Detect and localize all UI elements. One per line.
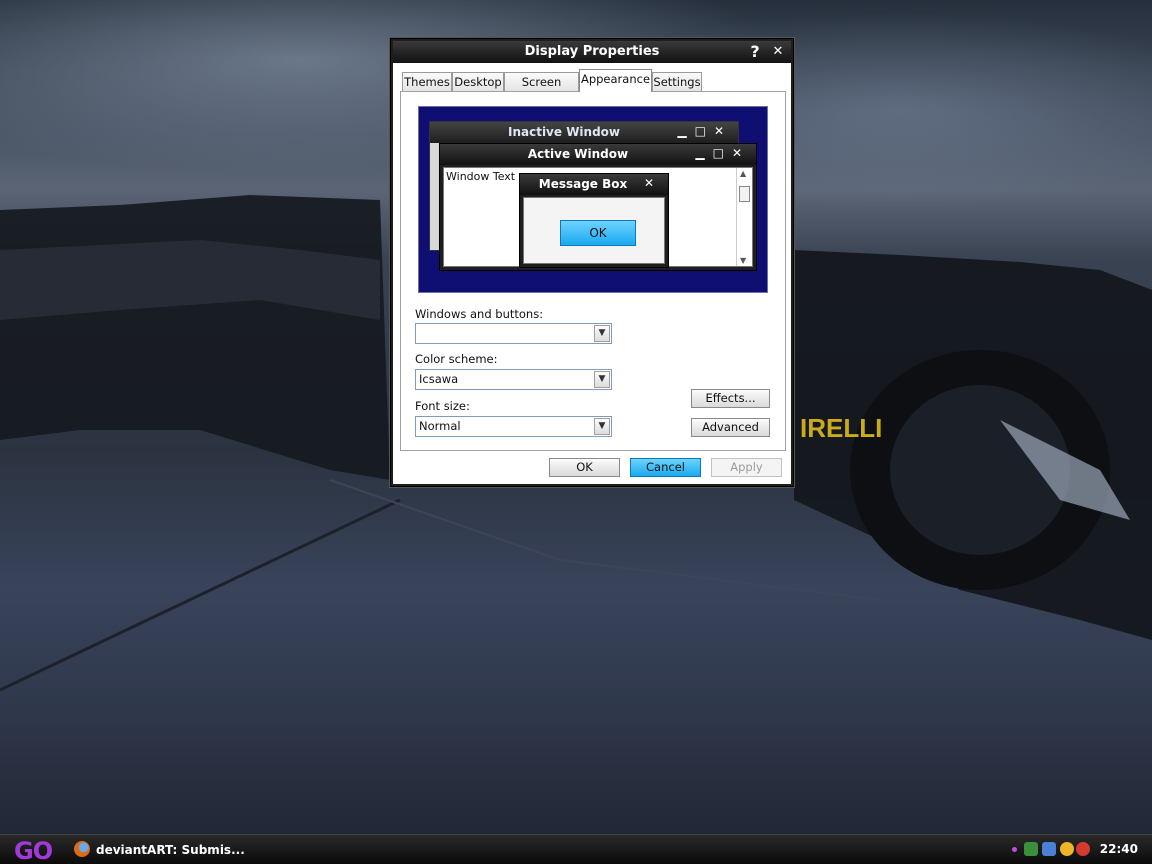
minimize-icon: ▁ (677, 124, 695, 138)
color-scheme-value: Icsawa (419, 372, 459, 386)
preview-inactive-caption-buttons: ▁□✕ (677, 124, 732, 138)
messenger-icon[interactable] (1060, 842, 1074, 856)
minimize-icon: ▁ (695, 146, 713, 160)
tab-desktop[interactable]: Desktop (452, 72, 504, 91)
clock[interactable]: 22:40 (1100, 842, 1138, 856)
close-icon: ✕ (713, 124, 732, 138)
tab-themes[interactable]: Themes (402, 72, 452, 91)
tray-dot-icon (1012, 847, 1017, 852)
appearance-panel: Inactive Window ▁□✕ Active Window ▁□✕ Wi… (400, 91, 786, 451)
preview-message-box: Message Box ✕ OK (519, 173, 669, 268)
scroll-up-icon: ▲ (740, 169, 747, 178)
help-button[interactable]: ? (745, 42, 765, 62)
system-tray: 22:40 (1012, 835, 1152, 864)
preview-active-titlebar: Active Window ▁□✕ (440, 144, 756, 165)
preview-window-text: Window Text (446, 170, 516, 183)
effects-button[interactable]: Effects... (691, 389, 770, 408)
preview-scrollbar: ▲ ▼ (736, 168, 752, 266)
tab-screen-saver[interactable]: Screen Saver (504, 72, 579, 107)
maximize-icon: □ (712, 146, 732, 160)
preview-scroll-thumb (739, 186, 750, 202)
appearance-preview: Inactive Window ▁□✕ Active Window ▁□✕ Wi… (418, 106, 768, 293)
tab-appearance[interactable]: Appearance (579, 69, 652, 92)
color-scheme-select[interactable]: Icsawa ▼ (415, 369, 612, 390)
preview-active-title: Active Window (527, 147, 629, 161)
maximize-icon: □ (694, 124, 714, 138)
apply-button[interactable]: Apply (711, 458, 782, 477)
chevron-down-icon[interactable]: ▼ (594, 371, 610, 388)
dialog-title: Display Properties (524, 44, 660, 59)
display-properties-dialog: Display Properties ? ✕ Themes Desktop Sc… (390, 38, 794, 487)
svg-text:IRELLI: IRELLI (800, 413, 882, 443)
close-icon: ✕ (643, 176, 662, 190)
windows-buttons-label: Windows and buttons: (415, 307, 544, 321)
close-button[interactable]: ✕ (768, 42, 788, 62)
tab-settings[interactable]: Settings (652, 72, 702, 91)
preview-message-title: Message Box (538, 177, 628, 191)
scroll-down-icon: ▼ (740, 256, 747, 265)
font-size-select[interactable]: Normal ▼ (415, 416, 612, 437)
taskbar-item-deviantart[interactable]: deviantART: Submis... (74, 839, 245, 861)
font-size-label: Font size: (415, 399, 470, 413)
firefox-icon (74, 841, 90, 857)
start-button[interactable]: GO (14, 837, 53, 864)
color-scheme-label: Color scheme: (415, 352, 498, 366)
preview-ok-button: OK (560, 220, 636, 246)
dialog-client: Themes Desktop Screen Saver Appearance S… (393, 63, 791, 484)
preview-message-body: OK (523, 197, 665, 264)
cancel-button[interactable]: Cancel (630, 458, 701, 477)
advanced-button[interactable]: Advanced (691, 418, 770, 437)
preview-message-titlebar: Message Box ✕ (520, 174, 668, 195)
close-icon: ✕ (731, 146, 750, 160)
preview-active-caption-buttons: ▁□✕ (695, 146, 750, 160)
chevron-down-icon[interactable]: ▼ (594, 325, 610, 342)
windows-buttons-select[interactable]: ▼ (415, 323, 612, 344)
taskbar: GO deviantART: Submis... 22:40 (0, 834, 1152, 864)
network-icon[interactable] (1024, 842, 1038, 856)
ok-button[interactable]: OK (549, 458, 620, 477)
monitor-icon[interactable] (1042, 842, 1056, 856)
preview-inactive-titlebar: Inactive Window ▁□✕ (430, 122, 738, 143)
chevron-down-icon[interactable]: ▼ (594, 418, 610, 435)
dialog-titlebar[interactable]: Display Properties ? ✕ (393, 41, 791, 63)
preview-inactive-title: Inactive Window (507, 125, 621, 139)
shield-icon[interactable] (1076, 842, 1090, 856)
font-size-value: Normal (419, 419, 461, 433)
taskbar-item-label: deviantART: Submis... (96, 843, 245, 857)
